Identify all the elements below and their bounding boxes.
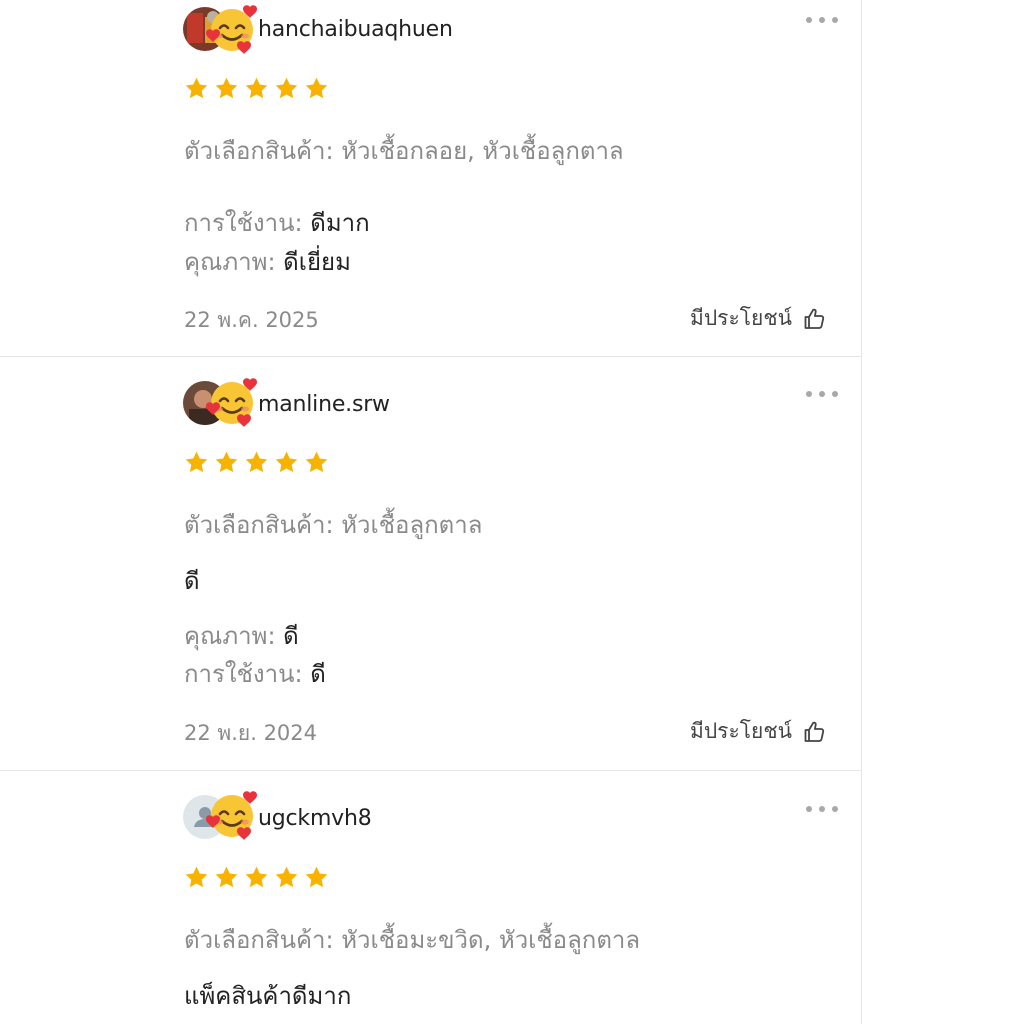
star-icon [274, 865, 299, 890]
more-dots-icon[interactable] [806, 804, 840, 814]
star-icon [214, 865, 239, 890]
review-date: 22 พ.ค. 2025 [184, 308, 319, 332]
smiling-face-with-hearts-icon [206, 3, 260, 55]
username[interactable]: manline.srw [258, 392, 390, 417]
attribute-label: การใช้งาน: [184, 209, 303, 237]
star-icon [304, 450, 329, 475]
username[interactable]: hanchaibuaqhuen [258, 17, 453, 42]
star-icon [244, 865, 269, 890]
variation-label: ตัวเลือกสินค้า: [184, 511, 334, 539]
thumbs-up-icon [802, 307, 826, 331]
attribute-value: ดีเยี่ยม [283, 248, 351, 276]
variation-value: หัวเชื้อมะขวิด, หัวเชื้อลูกตาล [341, 926, 641, 954]
variation-label: ตัวเลือกสินค้า: [184, 926, 334, 954]
review-list: hanchaibuaqhuen ตัวเลือกสินค้า: หัวเชื้อ… [0, 0, 862, 1024]
attribute-label: คุณภาพ: [184, 622, 276, 650]
variation-value: หัวเชื้อกลอย, หัวเชื้อลูกตาล [341, 137, 624, 165]
star-rating [184, 865, 329, 890]
review-item: ugckmvh8 ตัวเลือกสินค้า: หัวเชื้อมะขวิด,… [0, 771, 861, 1024]
helpful-button[interactable]: มีประโยชน์ [690, 715, 826, 748]
product-variation: ตัวเลือกสินค้า: หัวเชื้อกลอย, หัวเชื้อลู… [184, 131, 624, 170]
star-icon [184, 450, 209, 475]
star-icon [184, 865, 209, 890]
review-attribute: การใช้งาน: ดีมาก [184, 203, 370, 242]
attribute-value: ดีมาก [310, 209, 370, 237]
review-attribute: คุณภาพ: ดี [184, 616, 299, 655]
attribute-value: ดี [283, 622, 299, 650]
attribute-label: คุณภาพ: [184, 248, 276, 276]
star-icon [274, 450, 299, 475]
review-comment: แพ็คสินค้าดีมาก [184, 982, 352, 1010]
star-rating [184, 450, 329, 475]
review-date: 22 พ.ย. 2024 [184, 721, 318, 745]
variation-label: ตัวเลือกสินค้า: [184, 137, 334, 165]
smiling-face-with-hearts-icon [206, 789, 260, 841]
more-dots-icon[interactable] [806, 15, 840, 25]
star-icon [184, 76, 209, 101]
more-dots-icon[interactable] [806, 389, 840, 399]
review-comment: ดี [184, 567, 200, 595]
review-item: hanchaibuaqhuen ตัวเลือกสินค้า: หัวเชื้อ… [0, 0, 861, 357]
helpful-button[interactable]: มีประโยชน์ [690, 302, 826, 335]
username[interactable]: ugckmvh8 [258, 806, 372, 831]
review-attribute: การใช้งาน: ดี [184, 654, 326, 693]
helpful-label: มีประโยชน์ [690, 719, 792, 743]
product-variation: ตัวเลือกสินค้า: หัวเชื้อมะขวิด, หัวเชื้อ… [184, 920, 640, 959]
variation-value: หัวเชื้อลูกตาล [341, 511, 483, 539]
review-attribute: คุณภาพ: ดีเยี่ยม [184, 242, 351, 281]
attribute-label: การใช้งาน: [184, 660, 303, 688]
helpful-label: มีประโยชน์ [690, 306, 792, 330]
product-variation: ตัวเลือกสินค้า: หัวเชื้อลูกตาล [184, 505, 482, 544]
thumbs-up-icon [802, 720, 826, 744]
attribute-value: ดี [310, 660, 326, 688]
star-icon [214, 76, 239, 101]
star-icon [304, 76, 329, 101]
star-icon [214, 450, 239, 475]
star-icon [244, 76, 269, 101]
smiling-face-with-hearts-icon [206, 376, 260, 428]
star-icon [304, 865, 329, 890]
star-icon [274, 76, 299, 101]
star-icon [244, 450, 269, 475]
star-rating [184, 76, 329, 101]
review-item: manline.srw ตัวเลือกสินค้า: หัวเชื้อลูกต… [0, 357, 861, 771]
